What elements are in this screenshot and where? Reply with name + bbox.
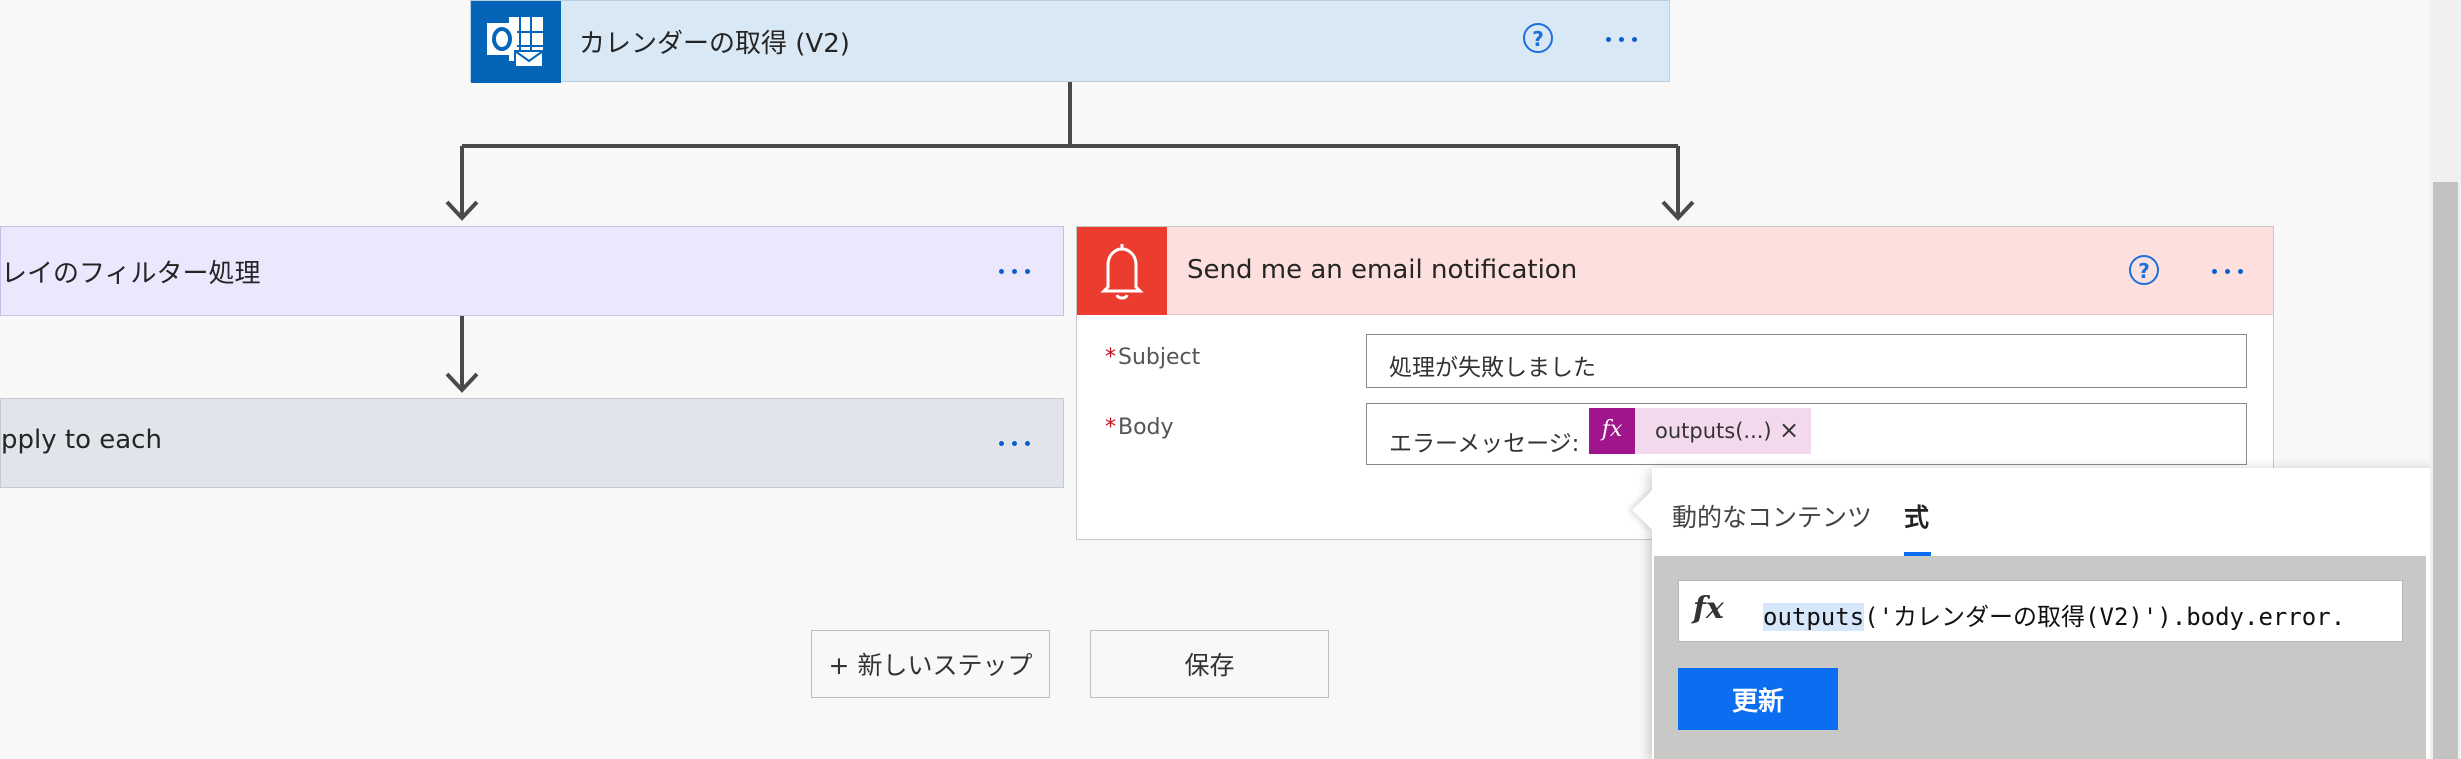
email-step-title: Send me an email notification: [1187, 255, 1578, 285]
new-step-button[interactable]: + 新しいステップ: [811, 630, 1050, 698]
subject-value: 処理が失敗しました: [1389, 355, 1596, 381]
page-scrollbar-thumb[interactable]: [2433, 182, 2458, 759]
more-options-icon[interactable]: [999, 269, 1030, 274]
more-options-icon[interactable]: [1606, 37, 1637, 42]
fx-icon: fx: [1589, 408, 1635, 454]
expression-panel: 動的なコンテンツ 式 fx outputs('カレンダーの取得(V2)').bo…: [1632, 468, 2461, 759]
token-label: outputs(...): [1655, 419, 1772, 443]
filter-step-title: レイのフィルター処理: [1, 259, 261, 289]
tab-expression[interactable]: 式: [1904, 498, 1929, 534]
filter-step-card[interactable]: レイのフィルター処理: [0, 226, 1064, 316]
subject-label: *Subject: [1105, 345, 1201, 370]
question-circle-icon[interactable]: ?: [1523, 23, 1553, 53]
outlook-calendar-icon: [471, 1, 561, 83]
save-button[interactable]: 保存: [1090, 630, 1329, 698]
email-step-header[interactable]: Send me an email notification ?: [1077, 227, 2273, 315]
body-label: *Body: [1105, 415, 1174, 440]
body-field[interactable]: エラーメッセージ: fx outputs(...) ×: [1366, 403, 2247, 465]
expression-text: outputs('カレンダーの取得(V2)').body.error.: [1763, 603, 2346, 631]
calendar-step-card[interactable]: カレンダーの取得 (V2) ?: [470, 0, 1670, 83]
apply-to-each-card[interactable]: pply to each: [0, 398, 1064, 488]
update-button[interactable]: 更新: [1678, 668, 1838, 730]
expression-input[interactable]: fx outputs('カレンダーの取得(V2)').body.error.: [1678, 580, 2403, 642]
expression-editor-area: fx outputs('カレンダーの取得(V2)').body.error. 更…: [1654, 556, 2426, 759]
bell-icon: [1077, 227, 1167, 315]
token-remove-icon[interactable]: ×: [1779, 416, 1799, 444]
subject-field[interactable]: 処理が失敗しました: [1366, 334, 2247, 388]
question-circle-icon[interactable]: ?: [2129, 255, 2159, 285]
body-prefix-text: エラーメッセージ:: [1389, 431, 1580, 457]
tab-dynamic-content[interactable]: 動的なコンテンツ: [1672, 498, 1872, 534]
fx-icon: fx: [1693, 591, 1724, 626]
more-options-icon[interactable]: [2212, 269, 2243, 274]
apply-to-each-title: pply to each: [1, 425, 162, 455]
more-options-icon[interactable]: [999, 441, 1030, 446]
expression-token[interactable]: fx outputs(...) ×: [1589, 408, 1811, 454]
calendar-step-title: カレンダーの取得 (V2): [579, 29, 850, 59]
